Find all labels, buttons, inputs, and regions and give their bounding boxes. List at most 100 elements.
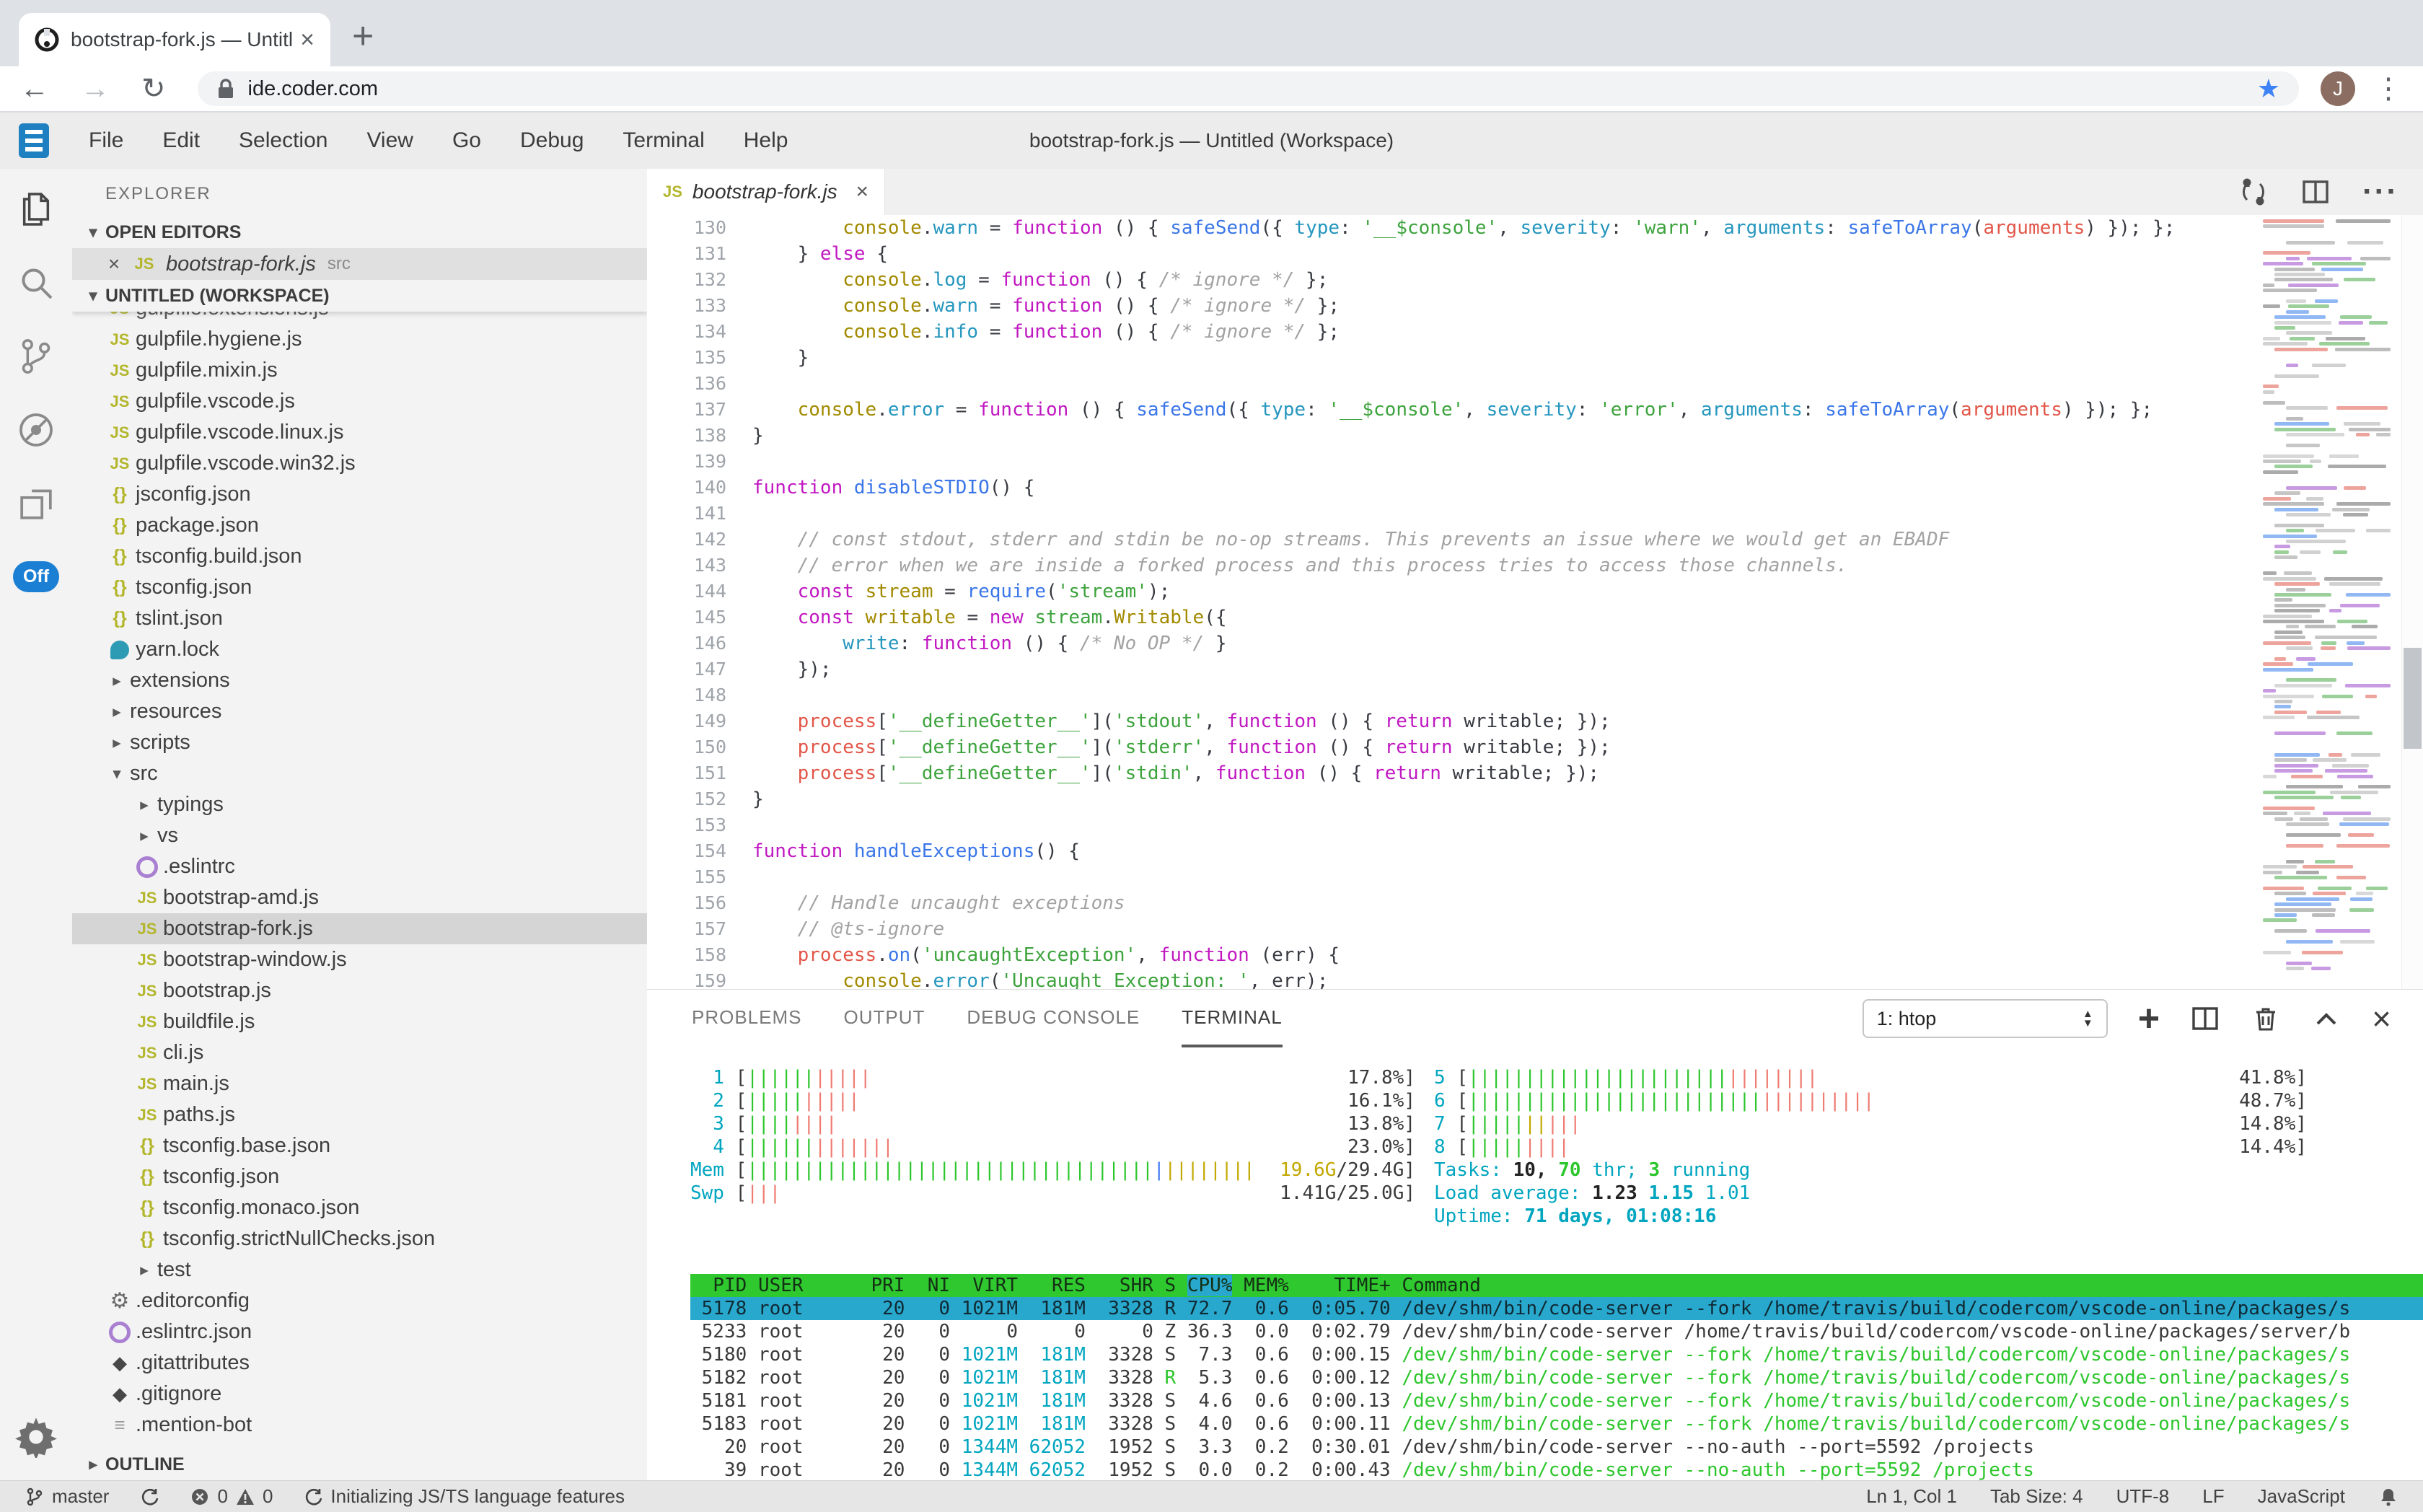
code-line[interactable]: 135 } bbox=[647, 345, 2257, 371]
code-line[interactable]: 158 process.on('uncaughtException', func… bbox=[647, 942, 2257, 968]
tree-item-tsconfig.base.json[interactable]: {}tsconfig.base.json bbox=[72, 1130, 647, 1161]
reload-icon[interactable]: ↻ bbox=[141, 74, 166, 103]
menu-item-debug[interactable]: Debug bbox=[501, 128, 603, 153]
code-line[interactable]: 140function disableSTDIO() { bbox=[647, 475, 2257, 501]
code-line[interactable]: 132 console.log = function () { /* ignor… bbox=[647, 267, 2257, 293]
language-status[interactable]: Initializing JS/TS language features bbox=[303, 1485, 625, 1508]
menu-item-help[interactable]: Help bbox=[724, 128, 808, 153]
notifications-bell[interactable] bbox=[2378, 1487, 2398, 1507]
code-line[interactable]: 130 console.warn = function () { safeSen… bbox=[647, 215, 2257, 241]
tree-item-gulpfile.vscode.js[interactable]: JSgulpfile.vscode.js bbox=[72, 386, 647, 417]
code-line[interactable]: 148 bbox=[647, 682, 2257, 708]
kill-terminal-icon[interactable] bbox=[2251, 1003, 2281, 1034]
code-line[interactable]: 144 const stream = require('stream'); bbox=[647, 579, 2257, 605]
tab-size-indicator[interactable]: Tab Size: 4 bbox=[1990, 1485, 2083, 1508]
tree-item-tsconfig.strictNullChecks.json[interactable]: {}tsconfig.strictNullChecks.json bbox=[72, 1223, 647, 1254]
tree-item-tsconfig.build.json[interactable]: {}tsconfig.build.json bbox=[72, 541, 647, 572]
terminal-select[interactable]: 1: htop ▲▼ bbox=[1863, 999, 2108, 1038]
editor-scrollbar[interactable] bbox=[2401, 215, 2423, 989]
explorer-icon[interactable] bbox=[16, 189, 56, 229]
git-branch-indicator[interactable]: master bbox=[25, 1485, 109, 1508]
code-line[interactable]: 154function handleExceptions() { bbox=[647, 838, 2257, 864]
workspace-header[interactable]: ▾ UNTITLED (WORKSPACE) bbox=[72, 280, 647, 312]
panel-tab-output[interactable]: OUTPUT bbox=[844, 990, 925, 1047]
code-line[interactable]: 143 // error when we are inside a forked… bbox=[647, 553, 2257, 579]
browser-menu-icon[interactable]: ⋮ bbox=[2374, 72, 2403, 105]
terminal-output[interactable]: 1 [|||||||||||17.8%]5 [|||||||||||||||||… bbox=[647, 1047, 2423, 1480]
panel-tab-problems[interactable]: PROBLEMS bbox=[692, 990, 802, 1047]
eol-indicator[interactable]: LF bbox=[2202, 1485, 2224, 1508]
process-row[interactable]: 5180 root 20 0 1021M 181M 3328 S 7.3 0.6… bbox=[690, 1343, 2423, 1366]
tree-item-tsconfig.json[interactable]: {}tsconfig.json bbox=[72, 1161, 647, 1192]
debug-disabled-icon[interactable] bbox=[16, 410, 56, 450]
close-panel-icon[interactable]: × bbox=[2372, 1002, 2391, 1035]
app-logo-icon[interactable] bbox=[19, 123, 49, 158]
process-table-header[interactable]: PID USER PRI NI VIRT RES SHR S CPU% MEM%… bbox=[690, 1274, 2423, 1297]
process-row[interactable]: 5183 root 20 0 1021M 181M 3328 S 4.0 0.6… bbox=[690, 1412, 2423, 1436]
address-bar[interactable]: ide.coder.com ★ bbox=[198, 71, 2299, 106]
tree-item-typings[interactable]: ▸typings bbox=[72, 789, 647, 820]
code-line[interactable]: 131 } else { bbox=[647, 241, 2257, 267]
tree-item-tsconfig.monaco.json[interactable]: {}tsconfig.monaco.json bbox=[72, 1192, 647, 1223]
code-line[interactable]: 134 console.info = function () { /* igno… bbox=[647, 319, 2257, 345]
tree-item-package.json[interactable]: {}package.json bbox=[72, 510, 647, 541]
menu-item-go[interactable]: Go bbox=[433, 128, 501, 153]
tree-item-buildfile.js[interactable]: JSbuildfile.js bbox=[72, 1006, 647, 1037]
process-row[interactable]: 5181 root 20 0 1021M 181M 3328 S 4.6 0.6… bbox=[690, 1389, 2423, 1412]
split-editor-icon[interactable] bbox=[2300, 177, 2331, 207]
panel-tab-terminal[interactable]: TERMINAL bbox=[1182, 990, 1282, 1047]
more-actions-icon[interactable]: ··· bbox=[2362, 174, 2398, 210]
tree-item-test[interactable]: ▸test bbox=[72, 1254, 647, 1285]
tree-item-src[interactable]: ▾src bbox=[72, 758, 647, 789]
new-terminal-icon[interactable]: + bbox=[2138, 1000, 2160, 1037]
sync-button[interactable] bbox=[139, 1487, 159, 1507]
editor-tab-bootstrap-fork[interactable]: JS bootstrap-fork.js × bbox=[647, 169, 885, 215]
open-editors-header[interactable]: ▾ OPEN EDITORS bbox=[72, 216, 647, 248]
open-editor-item[interactable]: × JS bootstrap-fork.js src bbox=[72, 248, 647, 280]
tree-item-main.js[interactable]: JSmain.js bbox=[72, 1068, 647, 1099]
cursor-position[interactable]: Ln 1, Col 1 bbox=[1866, 1485, 1957, 1508]
tree-item-bootstrap-window.js[interactable]: JSbootstrap-window.js bbox=[72, 944, 647, 975]
back-icon[interactable]: ← bbox=[20, 74, 49, 103]
panel-tab-debug-console[interactable]: DEBUG CONSOLE bbox=[967, 990, 1140, 1047]
tree-item-gulpfile.vscode.win32.js[interactable]: JSgulpfile.vscode.win32.js bbox=[72, 448, 647, 479]
code-line[interactable]: 155 bbox=[647, 864, 2257, 890]
settings-gear-icon[interactable] bbox=[15, 1416, 57, 1462]
menu-item-view[interactable]: View bbox=[347, 128, 432, 153]
code-line[interactable]: 141 bbox=[647, 501, 2257, 527]
code-area[interactable]: 130 console.warn = function () { safeSen… bbox=[647, 215, 2257, 989]
tab-close-icon[interactable]: × bbox=[856, 180, 869, 204]
tree-item-bootstrap.js[interactable]: JSbootstrap.js bbox=[72, 975, 647, 1006]
code-line[interactable]: 136 bbox=[647, 371, 2257, 397]
code-line[interactable]: 151 process['__defineGetter__']('stdin',… bbox=[647, 760, 2257, 786]
close-icon[interactable]: × bbox=[100, 252, 128, 276]
split-terminal-icon[interactable] bbox=[2190, 1003, 2220, 1034]
tree-item-resources[interactable]: ▸resources bbox=[72, 696, 647, 727]
compare-changes-icon[interactable] bbox=[2238, 177, 2269, 207]
language-mode[interactable]: JavaScript bbox=[2258, 1485, 2345, 1508]
process-row[interactable]: 5182 root 20 0 1021M 181M 3328 R 5.3 0.6… bbox=[690, 1366, 2423, 1389]
new-tab-button[interactable]: + bbox=[352, 17, 374, 55]
tree-item-extensions[interactable]: ▸extensions bbox=[72, 665, 647, 696]
tree-item-.editorconfig[interactable]: ⚙.editorconfig bbox=[72, 1285, 647, 1317]
scrollbar-thumb[interactable] bbox=[2404, 648, 2422, 749]
tab-close-icon[interactable]: × bbox=[300, 26, 315, 54]
extensions-icon[interactable] bbox=[16, 483, 56, 524]
browser-tab[interactable]: bootstrap-fork.js — Untitled (W × bbox=[19, 13, 330, 66]
code-line[interactable]: 156 // Handle uncaught exceptions bbox=[647, 890, 2257, 916]
tree-item-paths.js[interactable]: JSpaths.js bbox=[72, 1099, 647, 1130]
problems-indicator[interactable]: 0 0 bbox=[190, 1485, 273, 1508]
collaboration-off-badge[interactable]: Off bbox=[13, 561, 59, 592]
code-line[interactable]: 137 console.error = function () { safeSe… bbox=[647, 397, 2257, 423]
code-line[interactable]: 142 // const stdout, stderr and stdin be… bbox=[647, 527, 2257, 553]
code-line[interactable]: 138} bbox=[647, 423, 2257, 449]
tree-item-tslint.json[interactable]: {}tslint.json bbox=[72, 603, 647, 634]
code-line[interactable]: 159 console.error('Uncaught Exception: '… bbox=[647, 968, 2257, 989]
tree-item-gulpfile.hygiene.js[interactable]: JSgulpfile.hygiene.js bbox=[72, 324, 647, 355]
code-line[interactable]: 152} bbox=[647, 786, 2257, 812]
bookmark-star-icon[interactable]: ★ bbox=[2257, 74, 2280, 104]
tree-item-.gitignore[interactable]: ◆.gitignore bbox=[72, 1379, 647, 1410]
tree-item-scripts[interactable]: ▸scripts bbox=[72, 727, 647, 758]
tree-item-cli.js[interactable]: JScli.js bbox=[72, 1037, 647, 1068]
code-line[interactable]: 150 process['__defineGetter__']('stderr'… bbox=[647, 734, 2257, 760]
